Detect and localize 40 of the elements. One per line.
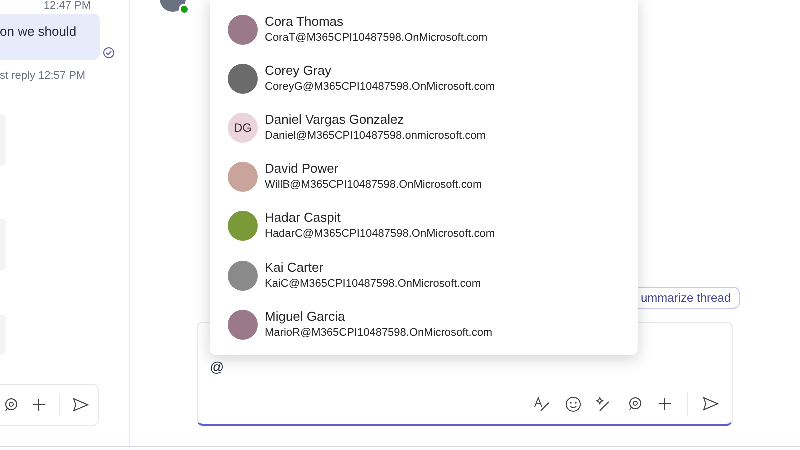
person-email: CoraT@M365CPI10487598.OnMicrosoft.com [265,30,488,46]
avatar-initials: DG [228,112,258,143]
avatar-photo-placeholder [228,162,258,192]
online-status-icon [179,4,190,15]
person-name: Corey Gray [265,62,332,79]
emoji-icon[interactable] [565,396,582,412]
check-circle-icon [103,47,115,59]
last-reply-time: st reply 12:57 PM [0,69,86,84]
send-icon[interactable] [72,397,90,413]
message-time: 12:47 PM [44,0,91,13]
chat-bubble-icon[interactable] [627,396,643,412]
person-email: HadarC@M365CPI10487598.OnMicrosoft.com [265,227,496,242]
person-email: Daniel@M365CPI10487598.onmicrosoft.com [265,128,486,144]
plus-icon[interactable] [31,397,47,413]
person-name: Daniel Vargas Gonzalez [265,110,406,128]
person-item[interactable]: David Power WillB@M365CPI10487598.OnMicrosoft.com [210,152,638,202]
avatar-photo-placeholder [228,14,258,45]
avatar-photo-placeholder [228,211,258,242]
person-name: Miguel Garcia [265,308,346,325]
person-item[interactable]: Cora Thomas CoraT@M365CPI10487598.OnMicrosoft.com [210,5,638,54]
person-email: CoreyG@M365CPI10487598.OnMicrosoft.com [265,80,496,95]
format-icon[interactable] [533,395,551,413]
person-item[interactable]: Corey Gray CoreyG@M365CPI10487598.OnMicrosoft.com [210,54,638,104]
avatar-photo-placeholder [228,260,258,291]
person-item[interactable]: Hadar Caspit HadarC@M365CPI10487598.OnMicrosoft.com [210,202,638,251]
send-icon[interactable] [702,396,720,412]
avatar-photo-placeholder [228,310,258,340]
message-bubble: on we should [0,14,100,60]
person-item[interactable]: DG Daniel Vargas Gonzalez Daniel@M365CPI10487598.onmicrosoft.com [210,103,638,153]
person-name: Kai Carter [265,258,325,276]
person-email: MarioR@M365CPI10487598.OnMicrosoft.com [265,326,493,341]
input-field[interactable]: @ [210,357,224,378]
person-name: David Power [265,160,340,178]
person-name: Cora Thomas [265,12,345,30]
avatar-photo-placeholder [228,64,258,94]
plus-icon[interactable] [657,396,673,412]
chat-bubble-icon[interactable] [3,397,19,413]
person-email: WillB@M365CPI10487598.OnMicrosoft.com [265,178,482,194]
person-email: KaiC@M365CPI10487598.OnMicrosoft.com [265,276,481,292]
person-name: Hadar Caspit [265,209,342,226]
